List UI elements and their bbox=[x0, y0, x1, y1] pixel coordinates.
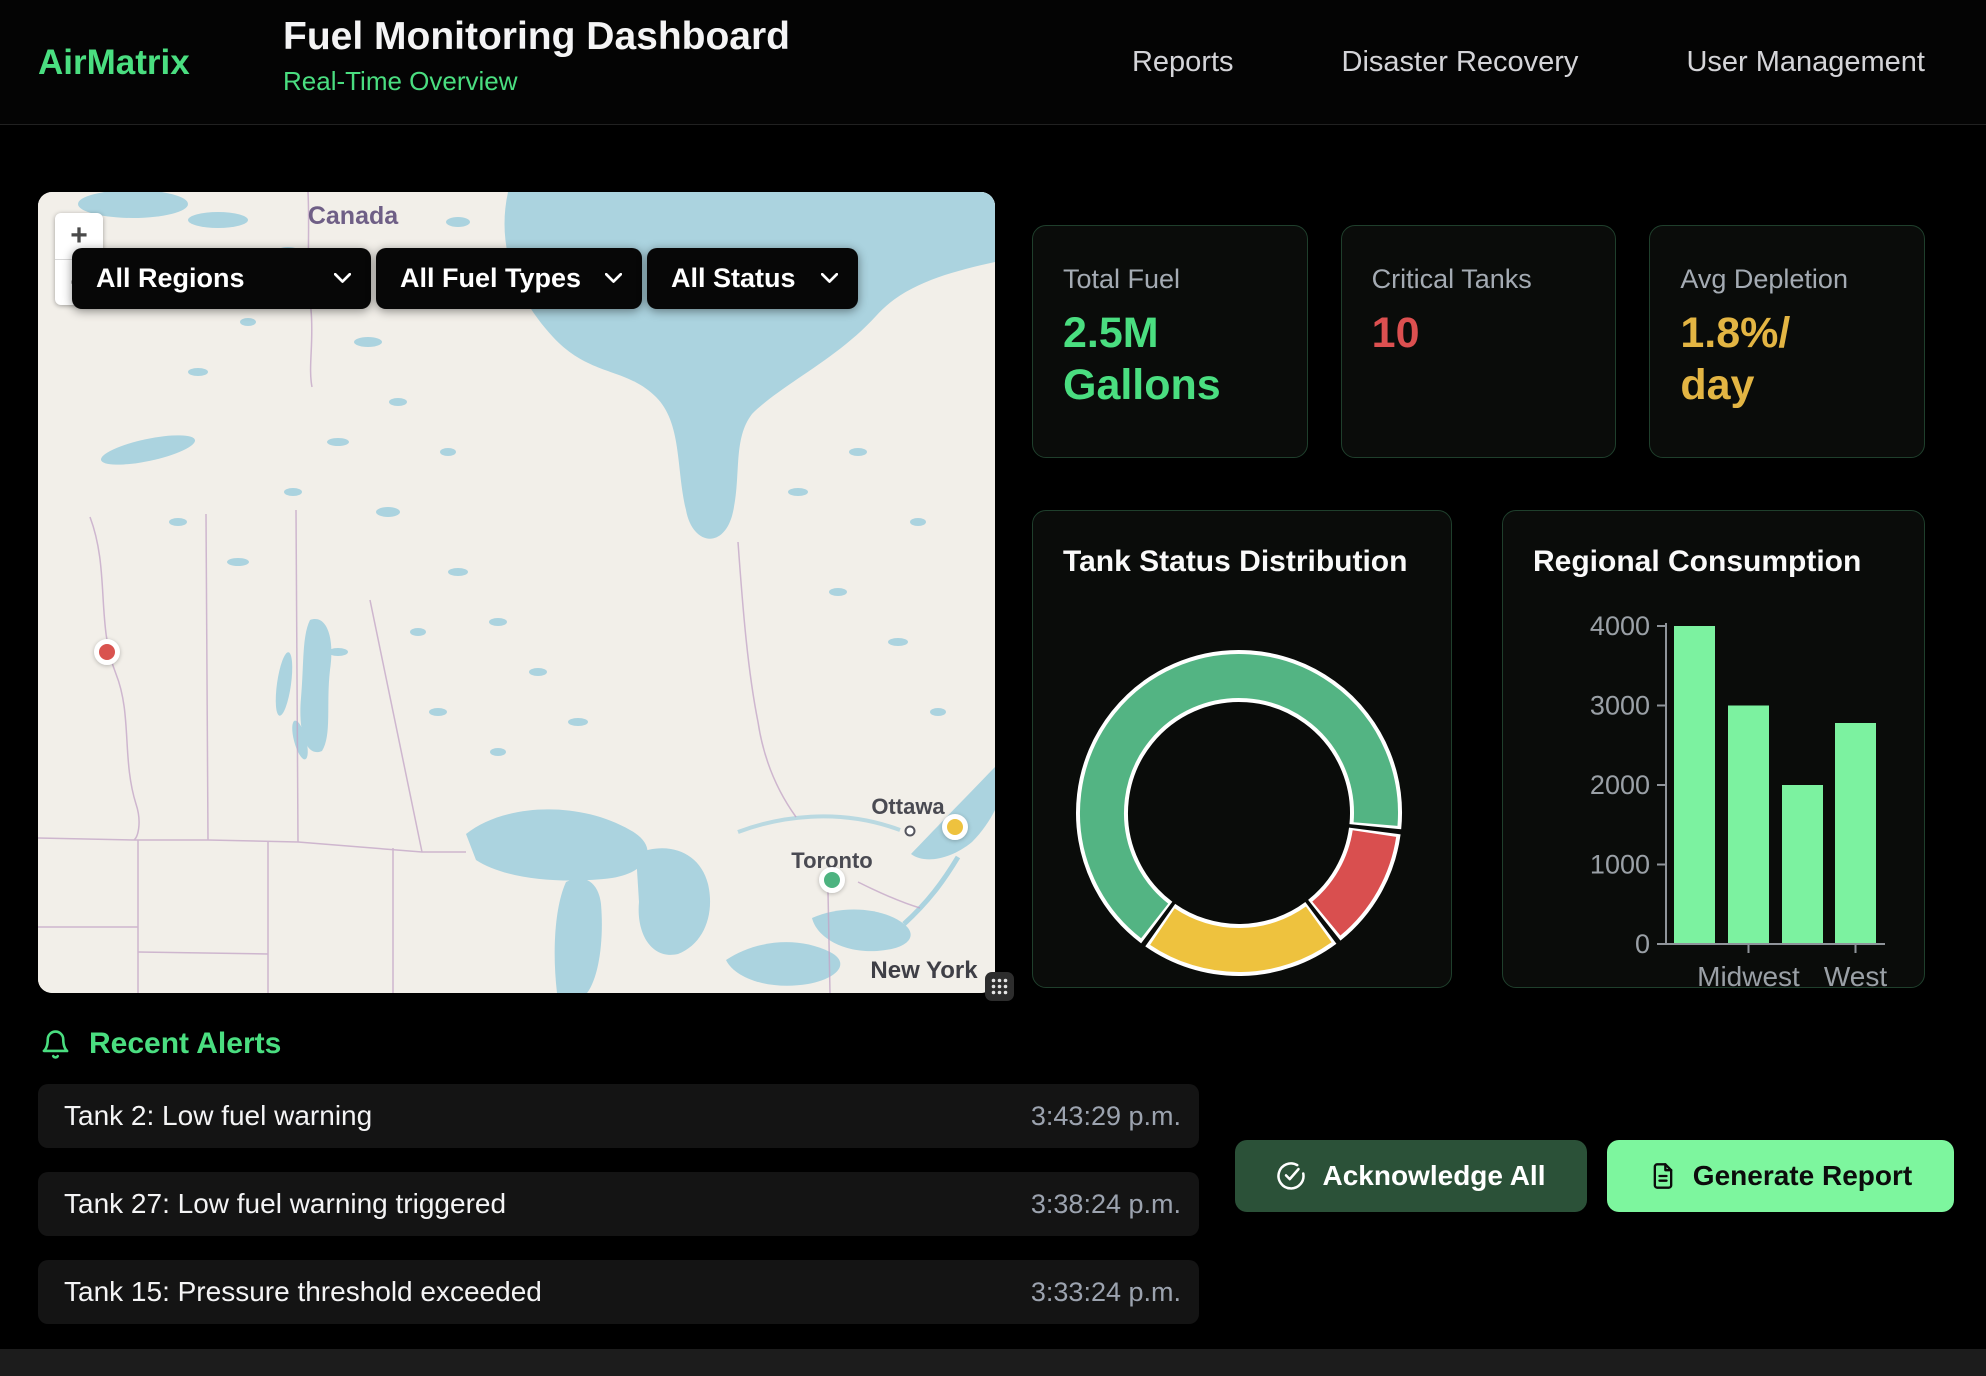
generate-report-label: Generate Report bbox=[1693, 1160, 1912, 1192]
drag-handle-icon[interactable] bbox=[985, 972, 1014, 1001]
app-logo: AirMatrix bbox=[38, 0, 190, 125]
tank-status-card: Tank Status Distribution bbox=[1032, 510, 1452, 988]
donut-chart-title: Tank Status Distribution bbox=[1063, 545, 1407, 579]
alerts-title: Recent Alerts bbox=[89, 1027, 281, 1061]
bottom-strip bbox=[0, 1349, 1986, 1376]
stat-value-avg-depletion: 1.8%/ day bbox=[1680, 307, 1860, 412]
svg-text:2000: 2000 bbox=[1590, 770, 1650, 800]
stat-card-row: Total Fuel 2.5M Gallons Critical Tanks 1… bbox=[1032, 225, 1925, 458]
circle-check-icon bbox=[1276, 1161, 1306, 1191]
alert-message: Tank 27: Low fuel warning triggered bbox=[64, 1188, 506, 1220]
stat-value-total-fuel: 2.5M Gallons bbox=[1063, 307, 1243, 412]
svg-text:3000: 3000 bbox=[1590, 691, 1650, 721]
stat-label: Avg Depletion bbox=[1680, 264, 1900, 295]
acknowledge-all-label: Acknowledge All bbox=[1322, 1160, 1545, 1192]
page-title: Fuel Monitoring Dashboard bbox=[283, 15, 790, 59]
alert-time: 3:38:24 p.m. bbox=[1031, 1189, 1181, 1220]
alert-row[interactable]: Tank 27: Low fuel warning triggered 3:38… bbox=[38, 1172, 1199, 1236]
alert-message: Tank 2: Low fuel warning bbox=[64, 1100, 372, 1132]
stat-label: Total Fuel bbox=[1063, 264, 1283, 295]
alert-time: 3:33:24 p.m. bbox=[1031, 1277, 1181, 1308]
tank-status-donut-chart bbox=[1033, 511, 1453, 989]
nav-item-disaster-recovery[interactable]: Disaster Recovery bbox=[1342, 46, 1579, 79]
nav-item-user-management[interactable]: User Management bbox=[1686, 46, 1925, 79]
app-header: AirMatrix Fuel Monitoring Dashboard Real… bbox=[0, 0, 1986, 125]
nav-item-reports[interactable]: Reports bbox=[1132, 46, 1234, 79]
map-marker-critical[interactable] bbox=[94, 639, 120, 665]
svg-text:4000: 4000 bbox=[1590, 611, 1650, 641]
stat-card-total-fuel: Total Fuel 2.5M Gallons bbox=[1032, 225, 1308, 458]
bell-icon bbox=[40, 1028, 71, 1061]
file-text-icon bbox=[1649, 1162, 1677, 1190]
stat-value-critical-tanks: 10 bbox=[1372, 307, 1552, 359]
regional-consumption-bar-chart: 0 1000 2000 3000 4000 Midwest West bbox=[1503, 511, 1926, 989]
stat-label: Critical Tanks bbox=[1372, 264, 1592, 295]
acknowledge-all-button[interactable]: Acknowledge All bbox=[1235, 1140, 1587, 1212]
stat-card-critical-tanks: Critical Tanks 10 bbox=[1341, 225, 1617, 458]
svg-text:1000: 1000 bbox=[1590, 850, 1650, 880]
svg-text:West: West bbox=[1824, 961, 1887, 989]
bar-chart-title: Regional Consumption bbox=[1533, 545, 1861, 579]
alert-time: 3:43:29 p.m. bbox=[1031, 1101, 1181, 1132]
alert-row[interactable]: Tank 15: Pressure threshold exceeded 3:3… bbox=[38, 1260, 1199, 1324]
map-marker-warning[interactable] bbox=[942, 814, 968, 840]
alerts-header: Recent Alerts bbox=[40, 1022, 281, 1066]
main-nav: Reports Disaster Recovery User Managemen… bbox=[1132, 0, 1925, 125]
alert-message: Tank 15: Pressure threshold exceeded bbox=[64, 1276, 542, 1308]
svg-text:Midwest: Midwest bbox=[1697, 961, 1800, 989]
svg-text:0: 0 bbox=[1635, 929, 1650, 959]
generate-report-button[interactable]: Generate Report bbox=[1607, 1140, 1954, 1212]
title-block: Fuel Monitoring Dashboard Real-Time Over… bbox=[283, 15, 790, 97]
alert-row[interactable]: Tank 2: Low fuel warning 3:43:29 p.m. bbox=[38, 1084, 1199, 1148]
map-marker-normal[interactable] bbox=[819, 867, 845, 893]
regional-consumption-card: Regional Consumption 0 1000 2000 3000 4000 Mi… bbox=[1502, 510, 1925, 988]
dashboard-root: AirMatrix Fuel Monitoring Dashboard Real… bbox=[0, 0, 1986, 1376]
page-subtitle: Real-Time Overview bbox=[283, 66, 790, 97]
map-marker-layer bbox=[38, 192, 995, 993]
stat-card-avg-depletion: Avg Depletion 1.8%/ day bbox=[1649, 225, 1925, 458]
map-panel[interactable]: Canada Ottawa Toronto New York + − All R… bbox=[38, 192, 995, 993]
